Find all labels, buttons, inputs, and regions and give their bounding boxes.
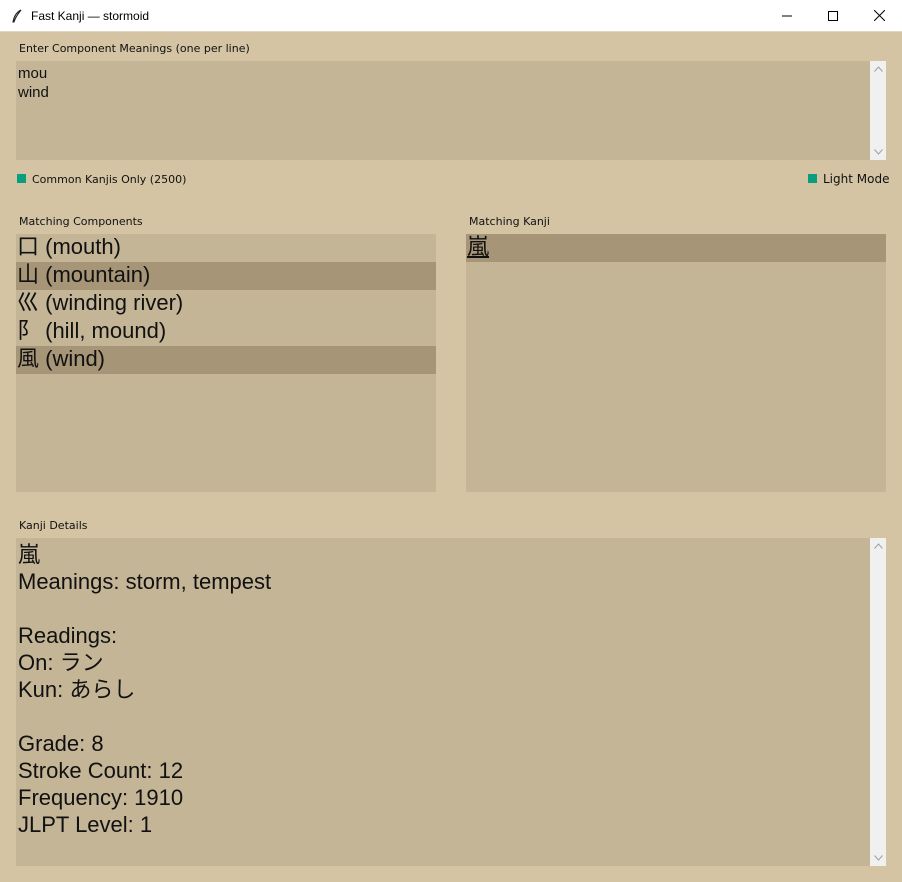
- scroll-down-icon[interactable]: [873, 853, 883, 863]
- feather-icon: [10, 9, 24, 23]
- details-on-reading: On: ラン: [18, 650, 104, 675]
- details-grade: Grade: 8: [18, 731, 104, 756]
- component-item-mouth[interactable]: 口 (mouth): [16, 234, 436, 262]
- details-kun-reading: Kun: あらし: [18, 677, 136, 702]
- maximize-button[interactable]: [810, 0, 856, 31]
- components-list[interactable]: 口 (mouth) 山 (mountain) 巛 (winding river)…: [16, 234, 436, 492]
- component-item-mountain[interactable]: 山 (mountain): [16, 262, 436, 290]
- component-meanings-text[interactable]: mou wind: [18, 64, 49, 102]
- input-scrollbar[interactable]: [870, 61, 886, 160]
- common-only-label[interactable]: Common Kanjis Only (2500): [32, 173, 186, 186]
- light-mode-label[interactable]: Light Mode: [823, 172, 889, 186]
- details-blank: [18, 595, 271, 622]
- kanji-details-text[interactable]: 嵐 Meanings: storm, tempest Readings: On:…: [16, 538, 886, 866]
- component-item-winding-river[interactable]: 巛 (winding river): [16, 290, 436, 318]
- minimize-button[interactable]: [764, 0, 810, 31]
- component-item-wind[interactable]: 風 (wind): [16, 346, 436, 374]
- details-frequency: Frequency: 1910: [18, 785, 184, 810]
- scroll-up-icon[interactable]: [873, 64, 883, 74]
- title-bar[interactable]: Fast Kanji — stormoid: [0, 0, 902, 32]
- close-button[interactable]: [856, 0, 902, 31]
- light-mode-checkbox[interactable]: [808, 174, 817, 183]
- scroll-up-icon[interactable]: [873, 541, 883, 551]
- details-readings-heading: Readings:: [18, 623, 118, 648]
- details-stroke-count: Stroke Count: 12: [18, 758, 184, 783]
- details-jlpt-level: JLPT Level: 1: [18, 812, 153, 837]
- details-scrollbar[interactable]: [870, 538, 886, 866]
- close-icon: [873, 10, 885, 21]
- details-kanji: 嵐: [18, 542, 41, 567]
- details-label: Kanji Details: [19, 519, 88, 532]
- kanji-list[interactable]: 嵐: [466, 234, 886, 492]
- details-blank: [18, 703, 271, 730]
- window-title: Fast Kanji — stormoid: [31, 8, 150, 23]
- minimize-icon: [782, 15, 792, 16]
- common-only-checkbox[interactable]: [17, 174, 26, 183]
- details-content: 嵐 Meanings: storm, tempest Readings: On:…: [18, 541, 271, 838]
- component-item-hill-mound[interactable]: 阝 (hill, mound): [16, 318, 436, 346]
- scroll-down-icon[interactable]: [873, 147, 883, 157]
- details-meanings: Meanings: storm, tempest: [18, 569, 272, 594]
- kanji-item[interactable]: 嵐: [466, 234, 886, 262]
- kanji-list-label: Matching Kanji: [469, 215, 550, 228]
- components-label: Matching Components: [19, 215, 143, 228]
- maximize-icon: [828, 10, 838, 21]
- input-label: Enter Component Meanings (one per line): [19, 42, 250, 55]
- component-meanings-input[interactable]: mou wind: [16, 61, 886, 160]
